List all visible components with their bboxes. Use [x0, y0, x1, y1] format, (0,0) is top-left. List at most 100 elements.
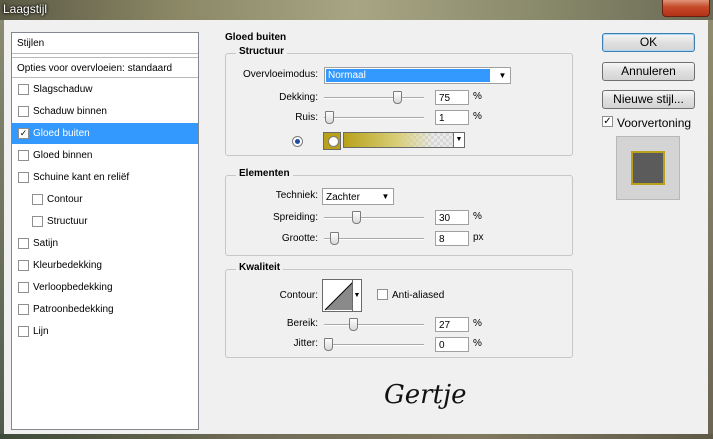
- jitter-slider-thumb[interactable]: [324, 338, 333, 351]
- style-item[interactable]: Gloed binnen: [12, 145, 198, 166]
- style-item[interactable]: ✓ Gloed buiten: [12, 123, 198, 144]
- style-item-checkbox[interactable]: [32, 216, 43, 227]
- quality-title: Kwaliteit: [236, 262, 284, 273]
- technique-label: Techniek:: [275, 190, 318, 201]
- blend-mode-select[interactable]: Normaal ▼: [324, 67, 511, 84]
- structure-title: Structuur: [236, 46, 287, 57]
- style-item-label: Kleurbedekking: [33, 260, 102, 271]
- noise-slider-thumb[interactable]: [324, 111, 334, 124]
- opacity-slider-track[interactable]: [324, 97, 424, 99]
- style-item-label: Verloopbedekking: [33, 282, 113, 293]
- styles-list: Stijlen Opties voor overvloeien: standaa…: [11, 32, 199, 430]
- blend-mode-label: Overvloeimodus:: [242, 69, 318, 80]
- style-item[interactable]: Slagschaduw: [12, 79, 198, 100]
- style-item[interactable]: Schaduw binnen: [12, 101, 198, 122]
- style-item[interactable]: Structuur: [12, 211, 198, 232]
- style-item-checkbox[interactable]: [18, 238, 29, 249]
- style-item-label: Gloed binnen: [33, 150, 93, 161]
- style-item[interactable]: Verloopbedekking: [12, 277, 198, 298]
- opacity-input[interactable]: 75: [435, 90, 469, 105]
- noise-slider-track[interactable]: [324, 117, 424, 119]
- size-input[interactable]: 8: [435, 231, 469, 246]
- contour-label: Contour:: [279, 290, 318, 301]
- close-button[interactable]: [662, 0, 710, 17]
- opacity-slider-thumb[interactable]: [393, 91, 402, 104]
- cancel-button[interactable]: Annuleren: [602, 62, 695, 81]
- window-border-left: [0, 20, 4, 439]
- contour-curve-icon: [324, 281, 354, 311]
- jitter-unit: %: [473, 338, 482, 349]
- window-title: Laagstijl: [3, 2, 48, 16]
- noise-label: Ruis:: [295, 112, 318, 123]
- style-item-label: Patroonbedekking: [33, 304, 114, 315]
- blend-options-item[interactable]: Opties voor overvloeien: standaard: [12, 57, 198, 78]
- style-item-label: Satijn: [33, 238, 59, 249]
- spread-unit: %: [473, 211, 482, 222]
- solid-color-radio[interactable]: [292, 136, 303, 147]
- blend-mode-value: Normaal: [326, 69, 490, 82]
- preview-swatch: [631, 151, 665, 185]
- noise-unit: %: [473, 111, 482, 122]
- preview-checkbox[interactable]: ✓: [602, 116, 613, 127]
- size-slider-thumb[interactable]: [330, 232, 339, 245]
- spread-input[interactable]: 30: [435, 210, 469, 225]
- spread-slider-thumb[interactable]: [351, 211, 361, 224]
- style-item-checkbox[interactable]: [18, 282, 29, 293]
- styles-header-label: Stijlen: [17, 38, 45, 49]
- opacity-unit: %: [473, 91, 482, 102]
- jitter-slider-track[interactable]: [324, 344, 424, 346]
- style-item-checkbox[interactable]: [18, 326, 29, 337]
- style-item-checkbox[interactable]: [18, 260, 29, 271]
- style-item-checkbox[interactable]: [18, 106, 29, 117]
- anti-aliased-checkbox[interactable]: [377, 289, 388, 300]
- spread-slider-track[interactable]: [324, 217, 424, 219]
- style-item-checkbox[interactable]: [18, 84, 29, 95]
- style-item-label: Contour: [47, 194, 83, 205]
- window-border-right: [708, 20, 713, 439]
- chevron-down-icon[interactable]: ▼: [378, 189, 393, 204]
- style-item[interactable]: Patroonbedekking: [12, 299, 198, 320]
- technique-select[interactable]: Zachter ▼: [322, 188, 394, 205]
- style-item-checkbox[interactable]: [18, 304, 29, 315]
- new-style-button[interactable]: Nieuwe stijl...: [602, 90, 695, 109]
- style-item[interactable]: Kleurbedekking: [12, 255, 198, 276]
- style-item-checkbox[interactable]: [32, 194, 43, 205]
- style-item-checkbox[interactable]: ✓: [18, 128, 29, 139]
- size-slider-track[interactable]: [324, 238, 424, 240]
- style-item[interactable]: Contour: [12, 189, 198, 210]
- ok-button[interactable]: OK: [602, 33, 695, 52]
- window-border-bottom: [0, 434, 713, 439]
- style-item-checkbox[interactable]: [18, 150, 29, 161]
- preview-label: Voorvertoning: [617, 116, 692, 130]
- jitter-label: Jitter:: [293, 338, 318, 349]
- signature-text: Gertje: [384, 380, 467, 410]
- size-unit: px: [473, 232, 484, 243]
- technique-value: Zachter: [326, 192, 360, 203]
- style-item[interactable]: Satijn: [12, 233, 198, 254]
- range-unit: %: [473, 318, 482, 329]
- range-slider-thumb[interactable]: [348, 318, 358, 331]
- styles-header[interactable]: Stijlen: [12, 33, 198, 54]
- preview-thumbnail: [616, 136, 680, 200]
- jitter-input[interactable]: 0: [435, 337, 469, 352]
- style-item[interactable]: Schuine kant en reliëf: [12, 167, 198, 188]
- gradient-radio[interactable]: [328, 136, 339, 147]
- style-item-checkbox[interactable]: [18, 172, 29, 183]
- chevron-down-icon[interactable]: ▼: [352, 280, 361, 311]
- style-item-label: Structuur: [47, 216, 88, 227]
- style-item-label: Lijn: [33, 326, 49, 337]
- noise-input[interactable]: 1: [435, 110, 469, 125]
- range-label: Bereik:: [286, 318, 318, 329]
- contour-picker[interactable]: ▼: [322, 279, 362, 312]
- style-item[interactable]: Lijn: [12, 321, 198, 342]
- chevron-down-icon[interactable]: ▼: [453, 133, 464, 147]
- range-input[interactable]: 27: [435, 317, 469, 332]
- style-item-label: Schuine kant en reliëf: [33, 172, 130, 183]
- style-item-label: Gloed buiten: [33, 128, 90, 139]
- glow-gradient-picker[interactable]: ▼: [343, 132, 465, 148]
- chevron-down-icon[interactable]: ▼: [495, 68, 510, 83]
- range-slider-track[interactable]: [324, 324, 424, 326]
- title-bar[interactable]: Laagstijl: [0, 0, 713, 20]
- elements-title: Elementen: [236, 168, 293, 179]
- panel-title: Gloed buiten: [222, 32, 290, 43]
